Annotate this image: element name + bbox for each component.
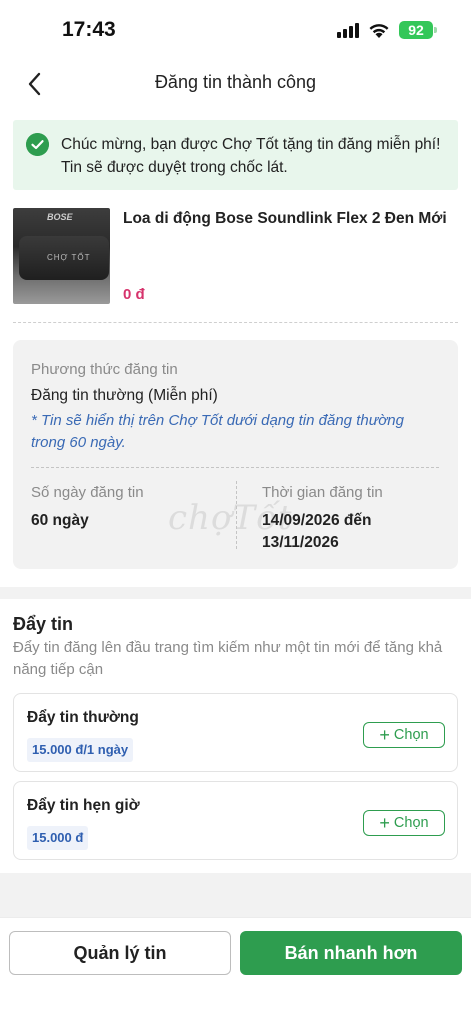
push-section-title: Đẩy tin: [13, 614, 74, 634]
divider: [236, 481, 237, 549]
divider: [31, 467, 439, 468]
check-circle-icon: [26, 133, 49, 156]
push-option-price: 15.000 đ/1 ngày: [27, 738, 134, 762]
posting-period-end: 13/11/2026: [262, 534, 339, 551]
bottom-action-bar: Quản lý tin Bán nhanh hơn: [0, 917, 471, 1024]
posting-days-value: 60 ngày: [31, 512, 89, 529]
posting-days-label: Số ngày đăng tin: [31, 484, 144, 501]
battery-icon: 92: [399, 21, 437, 39]
status-bar: 17:43 92: [0, 0, 471, 60]
wifi-icon: [369, 23, 389, 38]
choose-button-label: Chọn: [393, 727, 429, 743]
success-banner: Chúc mừng, bạn được Chợ Tốt tặng tin đăn…: [13, 120, 458, 190]
plus-icon: +: [379, 813, 390, 833]
choose-button[interactable]: + Chọn: [363, 722, 445, 748]
posting-period-value: 14/09/2026 đến 13/11/2026: [262, 510, 371, 554]
plus-icon: +: [379, 725, 390, 745]
cellular-signal-icon: [337, 22, 359, 38]
choose-button[interactable]: + Chọn: [363, 810, 445, 836]
posting-method-label: Phương thức đăng tin: [31, 361, 178, 378]
bottom-spacer: [0, 873, 471, 917]
status-time: 17:43: [62, 18, 116, 41]
listing-thumbnail: BOSE CHỢ TỐT: [13, 208, 110, 304]
choose-button-label: Chọn: [393, 815, 429, 831]
status-icons: 92: [337, 21, 437, 39]
posting-period-label: Thời gian đăng tin: [262, 484, 383, 501]
section-separator: [0, 587, 471, 599]
listing-price: 0 đ: [123, 286, 145, 303]
listing-title: Loa di động Bose Soundlink Flex 2 Đen Mớ…: [123, 210, 447, 227]
posting-info-card: Phương thức đăng tin Đăng tin thường (Mi…: [13, 340, 458, 569]
thumbnail-watermark: CHỢ TỐT: [47, 253, 91, 262]
listing-summary[interactable]: BOSE CHỢ TỐT Loa di động Bose Soundlink …: [13, 208, 458, 304]
success-message: Chúc mừng, bạn được Chợ Tốt tặng tin đăn…: [61, 136, 441, 176]
push-option-name: Đẩy tin hẹn giờ: [27, 797, 140, 814]
manage-listings-button[interactable]: Quản lý tin: [9, 931, 231, 975]
page-header: Đăng tin thành công: [0, 62, 471, 106]
push-option-regular[interactable]: Đẩy tin thường 15.000 đ/1 ngày + Chọn: [13, 693, 458, 772]
push-section-description: Đẩy tin đăng lên đầu trang tìm kiếm như …: [13, 639, 443, 678]
posting-period-start: 14/09/2026 đến: [262, 512, 372, 529]
push-option-scheduled[interactable]: Đẩy tin hẹn giờ 15.000 đ + Chọn: [13, 781, 458, 860]
page-title: Đăng tin thành công: [154, 72, 317, 92]
push-option-name: Đẩy tin thường: [27, 709, 139, 726]
posting-method-value: Đăng tin thường (Miễn phí): [31, 387, 218, 404]
divider: [13, 322, 458, 323]
push-option-price: 15.000 đ: [27, 826, 89, 850]
sell-faster-button[interactable]: Bán nhanh hơn: [240, 931, 462, 975]
thumbnail-brand-text: BOSE: [47, 212, 73, 222]
posting-method-note: * Tin sẽ hiển thị trên Chợ Tốt dưới dạng…: [31, 412, 404, 451]
